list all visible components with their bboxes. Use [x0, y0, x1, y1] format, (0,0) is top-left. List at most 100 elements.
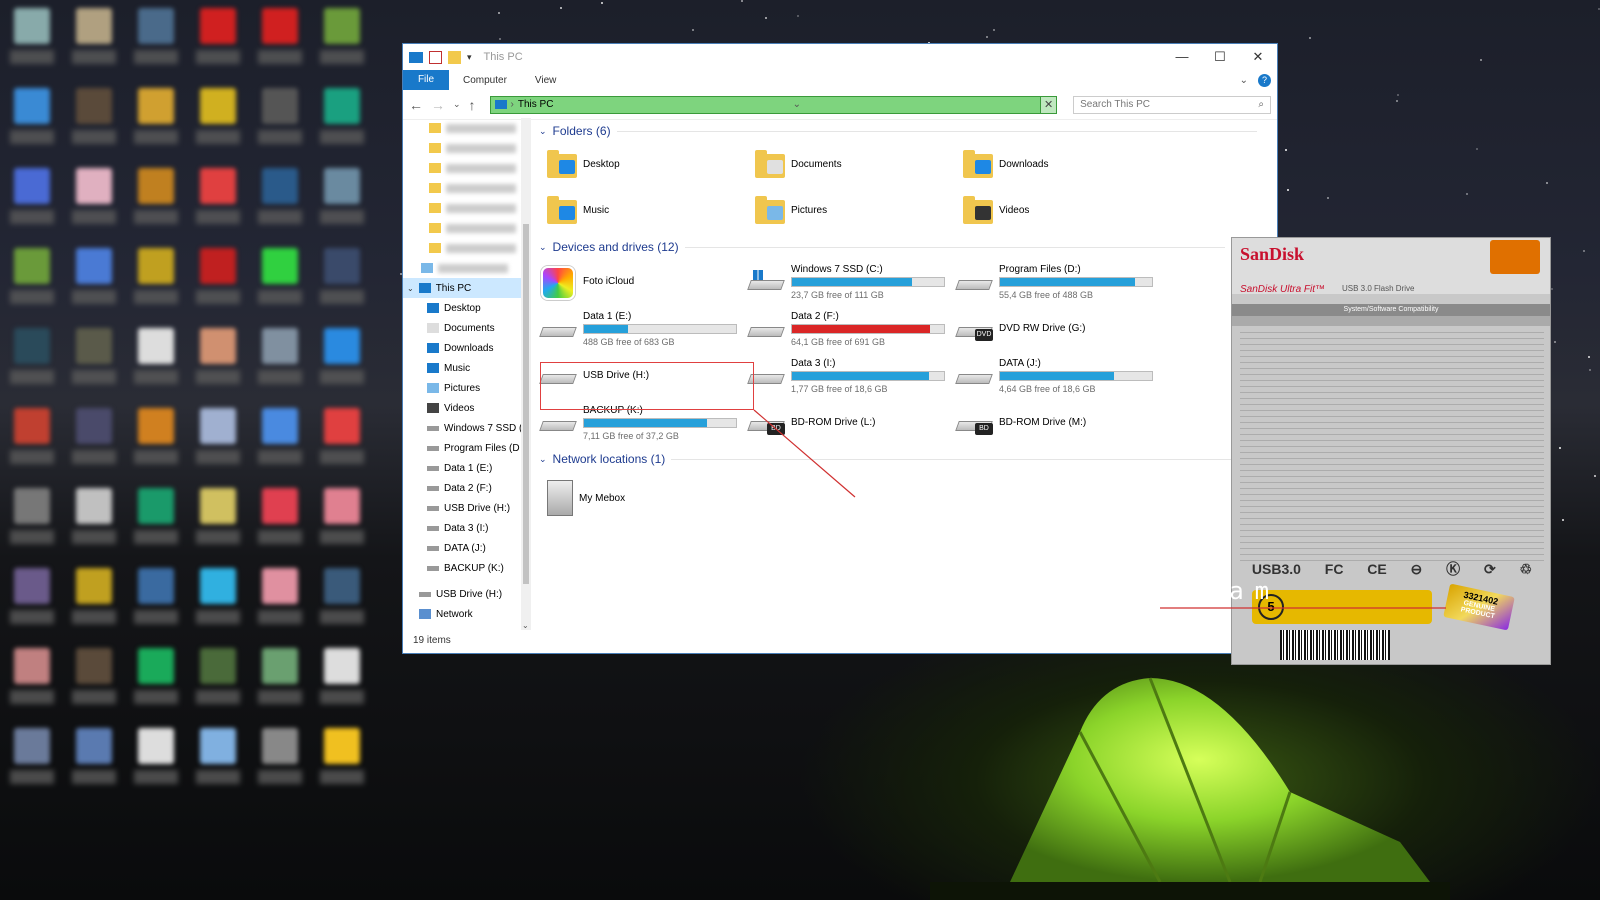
desktop-icon[interactable]	[192, 644, 244, 714]
desktop-icon[interactable]	[130, 164, 182, 234]
desktop-icon[interactable]	[130, 404, 182, 474]
desktop-icon[interactable]	[68, 484, 120, 554]
desktop-icon[interactable]	[254, 644, 306, 714]
expand-icon[interactable]: ⌄	[407, 284, 414, 293]
desktop-icon[interactable]	[68, 164, 120, 234]
drive-foto-icloud[interactable]: Foto iCloud	[541, 264, 751, 300]
folder-downloads[interactable]: Downloads	[963, 150, 1048, 178]
desktop-icon[interactable]	[68, 4, 120, 74]
sidebar-item[interactable]: USB Drive (H:)	[403, 498, 521, 518]
sidebar-item[interactable]: Data 3 (I:)	[403, 518, 521, 538]
desktop-icon[interactable]	[316, 484, 368, 554]
sidebar-item-this-pc[interactable]: ⌄ This PC	[403, 278, 521, 298]
desktop-icon[interactable]	[254, 164, 306, 234]
sidebar-item[interactable]: Desktop	[403, 298, 521, 318]
desktop-icon[interactable]	[316, 4, 368, 74]
help-icon[interactable]: ?	[1258, 73, 1271, 87]
desktop-icon[interactable]	[130, 84, 182, 154]
sidebar-item[interactable]: BACKUP (K:)	[403, 558, 521, 578]
collapse-icon[interactable]: ⌄	[539, 454, 547, 465]
desktop-icon[interactable]	[130, 724, 182, 794]
group-header-devices[interactable]: ⌄ Devices and drives (12)	[539, 240, 1225, 254]
desktop-icon[interactable]	[130, 484, 182, 554]
desktop-icon[interactable]	[6, 84, 58, 154]
sidebar-item[interactable]: Documents	[403, 318, 521, 338]
folder-desktop[interactable]: Desktop	[547, 150, 620, 178]
search-input[interactable]: Search This PC ⌕	[1073, 95, 1272, 114]
sidebar-item[interactable]: Program Files (D	[403, 438, 521, 458]
clear-address-icon[interactable]: ✕	[1040, 96, 1057, 113]
desktop-icon[interactable]	[68, 404, 120, 474]
minimize-button[interactable]: —	[1163, 49, 1201, 65]
maximize-button[interactable]: ☐	[1201, 49, 1239, 65]
desktop-icon[interactable]	[192, 4, 244, 74]
desktop-icon[interactable]	[254, 4, 306, 74]
quick-access-item[interactable]	[403, 238, 521, 258]
quick-access-item[interactable]	[403, 158, 521, 178]
desktop-icon[interactable]	[254, 484, 306, 554]
desktop-icon[interactable]	[130, 644, 182, 714]
quick-access-item[interactable]	[403, 118, 521, 138]
desktop-icon[interactable]	[254, 84, 306, 154]
drive-data-1-e[interactable]: Data 1 (E:) 488 GB free of 683 GB	[539, 311, 751, 347]
drive-bd-rom-drive-m[interactable]: BD BD-ROM Drive (M:)	[955, 405, 1167, 441]
tab-computer[interactable]: Computer	[449, 75, 521, 86]
desktop-icon[interactable]	[316, 564, 368, 634]
desktop-icon[interactable]	[192, 404, 244, 474]
desktop-icon[interactable]	[6, 164, 58, 234]
desktop-icon[interactable]	[192, 564, 244, 634]
desktop-icon[interactable]	[6, 404, 58, 474]
back-icon[interactable]: ←	[409, 97, 423, 113]
collapse-icon[interactable]: ⌄	[539, 126, 547, 137]
sidebar-item[interactable]: Windows 7 SSD (	[403, 418, 521, 438]
desktop-icon[interactable]	[192, 484, 244, 554]
quick-access-dropdown-icon[interactable]: ▾	[467, 52, 472, 63]
desktop-icon[interactable]	[6, 644, 58, 714]
tab-file[interactable]: File	[403, 70, 449, 90]
desktop-icon[interactable]	[68, 324, 120, 394]
group-header-folders[interactable]: ⌄ Folders (6)	[539, 124, 1257, 138]
new-folder-icon[interactable]	[448, 50, 461, 64]
desktop-icon[interactable]	[192, 84, 244, 154]
desktop-icon[interactable]	[192, 164, 244, 234]
desktop-icon[interactable]	[254, 404, 306, 474]
desktop-icon[interactable]	[192, 244, 244, 314]
folder-music[interactable]: Music	[547, 196, 609, 224]
forward-icon[interactable]: →	[431, 97, 445, 113]
folder-pictures[interactable]: Pictures	[755, 196, 827, 224]
sidebar-item[interactable]: Data 1 (E:)	[403, 458, 521, 478]
quick-access-item[interactable]	[403, 218, 521, 238]
desktop-icon[interactable]	[316, 164, 368, 234]
desktop-icon[interactable]	[130, 324, 182, 394]
desktop-icon[interactable]	[254, 324, 306, 394]
desktop-icon[interactable]	[6, 324, 58, 394]
up-icon[interactable]: ↑	[469, 97, 476, 113]
sidebar-item[interactable]: DATA (J:)	[403, 538, 521, 558]
desktop-icon[interactable]	[192, 324, 244, 394]
drive-data-3-i[interactable]: Data 3 (I:) 1,77 GB free of 18,6 GB	[747, 358, 959, 394]
desktop-icon[interactable]	[68, 644, 120, 714]
drive-data-2-f[interactable]: Data 2 (F:) 64,1 GB free of 691 GB	[747, 311, 959, 347]
desktop-icon[interactable]	[316, 244, 368, 314]
desktop-icon[interactable]	[316, 324, 368, 394]
desktop-icon[interactable]	[6, 244, 58, 314]
group-header-network[interactable]: ⌄ Network locations (1)	[539, 452, 1232, 466]
folder-documents[interactable]: Documents	[755, 150, 842, 178]
quick-access-item[interactable]	[403, 138, 521, 158]
desktop-icon[interactable]	[6, 484, 58, 554]
sidebar-item[interactable]: Music	[403, 358, 521, 378]
desktop-icon[interactable]	[130, 4, 182, 74]
desktop-icon[interactable]	[316, 644, 368, 714]
scrollbar-thumb[interactable]	[523, 224, 529, 584]
desktop-icon[interactable]	[68, 84, 120, 154]
desktop-icon[interactable]	[68, 724, 120, 794]
drive-windows-7-ssd-c[interactable]: Windows 7 SSD (C:) 23,7 GB free of 111 GB	[747, 264, 959, 300]
desktop-icon[interactable]	[130, 244, 182, 314]
sidebar-item-network[interactable]: Network	[403, 604, 521, 624]
folder-videos[interactable]: Videos	[963, 196, 1029, 224]
quick-access-item[interactable]	[403, 198, 521, 218]
tab-view[interactable]: View	[521, 75, 571, 86]
desktop-icon[interactable]	[316, 724, 368, 794]
desktop-icon[interactable]	[6, 4, 58, 74]
navigation-pane-scrollbar[interactable]: ⌄	[521, 118, 531, 630]
